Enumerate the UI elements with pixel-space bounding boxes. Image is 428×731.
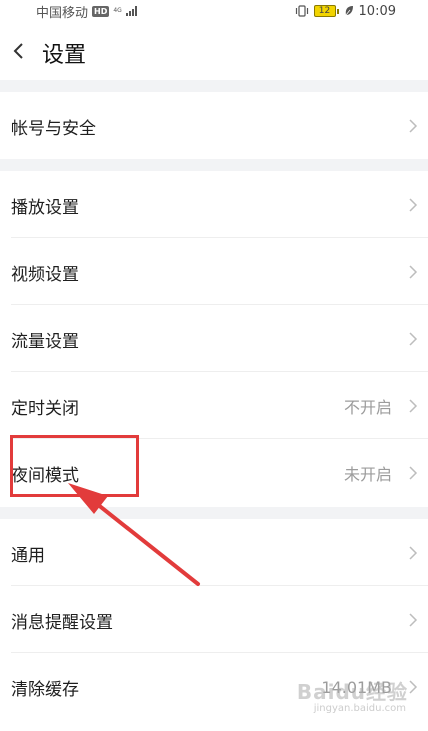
row-account-security[interactable]: 帐号与安全 xyxy=(0,93,428,159)
row-playback-settings[interactable]: 播放设置 xyxy=(0,172,428,238)
row-value: 未开启 xyxy=(343,465,392,484)
chevron-right-icon xyxy=(409,119,418,133)
chevron-right-icon xyxy=(409,265,418,279)
row-sleep-timer[interactable]: 定时关闭 不开启 xyxy=(0,373,428,439)
chevron-right-icon xyxy=(409,613,418,627)
row-label: 通用 xyxy=(11,545,45,566)
status-left: 中国移动 HD 4G xyxy=(0,2,140,21)
highlight-box xyxy=(10,435,139,497)
chevron-right-icon xyxy=(409,680,418,694)
battery-level: 12 xyxy=(313,5,336,17)
section-divider xyxy=(0,80,428,92)
vibrate-icon xyxy=(295,5,309,17)
row-general[interactable]: 通用 xyxy=(0,520,428,586)
row-separator xyxy=(11,371,428,372)
row-label: 清除缓存 xyxy=(11,679,79,700)
watermark-logo: Baidu经验 xyxy=(296,680,408,704)
row-notification-settings[interactable]: 消息提醒设置 xyxy=(0,587,428,653)
chevron-right-icon xyxy=(409,546,418,560)
row-separator xyxy=(11,652,428,653)
row-separator xyxy=(11,585,428,586)
watermark-url: jingyan.baidu.com xyxy=(313,703,406,714)
row-label: 播放设置 xyxy=(11,197,79,218)
page-title: 设置 xyxy=(42,43,87,68)
chevron-right-icon xyxy=(409,198,418,212)
signal-icon xyxy=(125,6,140,16)
row-label: 定时关闭 xyxy=(11,398,79,419)
clock: 10:09 xyxy=(358,3,396,19)
row-data-settings[interactable]: 流量设置 xyxy=(0,306,428,372)
carrier-name: 中国移动 xyxy=(36,5,89,21)
row-label: 视频设置 xyxy=(11,264,79,285)
charging-leaf-icon xyxy=(344,5,354,17)
row-separator xyxy=(11,304,428,305)
header: 设置 xyxy=(0,22,428,80)
back-arrow-icon[interactable] xyxy=(12,42,26,60)
row-label: 帐号与安全 xyxy=(11,118,96,139)
network-type-label: 4G xyxy=(113,7,122,14)
chevron-right-icon xyxy=(409,466,418,480)
row-separator xyxy=(11,237,428,238)
row-label: 流量设置 xyxy=(11,331,79,352)
section-divider xyxy=(0,507,428,519)
network-type: 4G xyxy=(113,8,121,14)
row-value: 不开启 xyxy=(343,398,392,417)
section-divider xyxy=(0,159,428,171)
row-label: 消息提醒设置 xyxy=(11,612,113,633)
hd-badge: HD xyxy=(92,5,110,17)
row-video-settings[interactable]: 视频设置 xyxy=(0,239,428,305)
status-bar: 中国移动 HD 4G 12 10:09 xyxy=(0,0,428,22)
battery-icon: 12 xyxy=(313,5,339,17)
chevron-right-icon xyxy=(409,399,418,413)
status-right: 12 10:09 xyxy=(295,4,428,19)
chevron-right-icon xyxy=(409,332,418,346)
